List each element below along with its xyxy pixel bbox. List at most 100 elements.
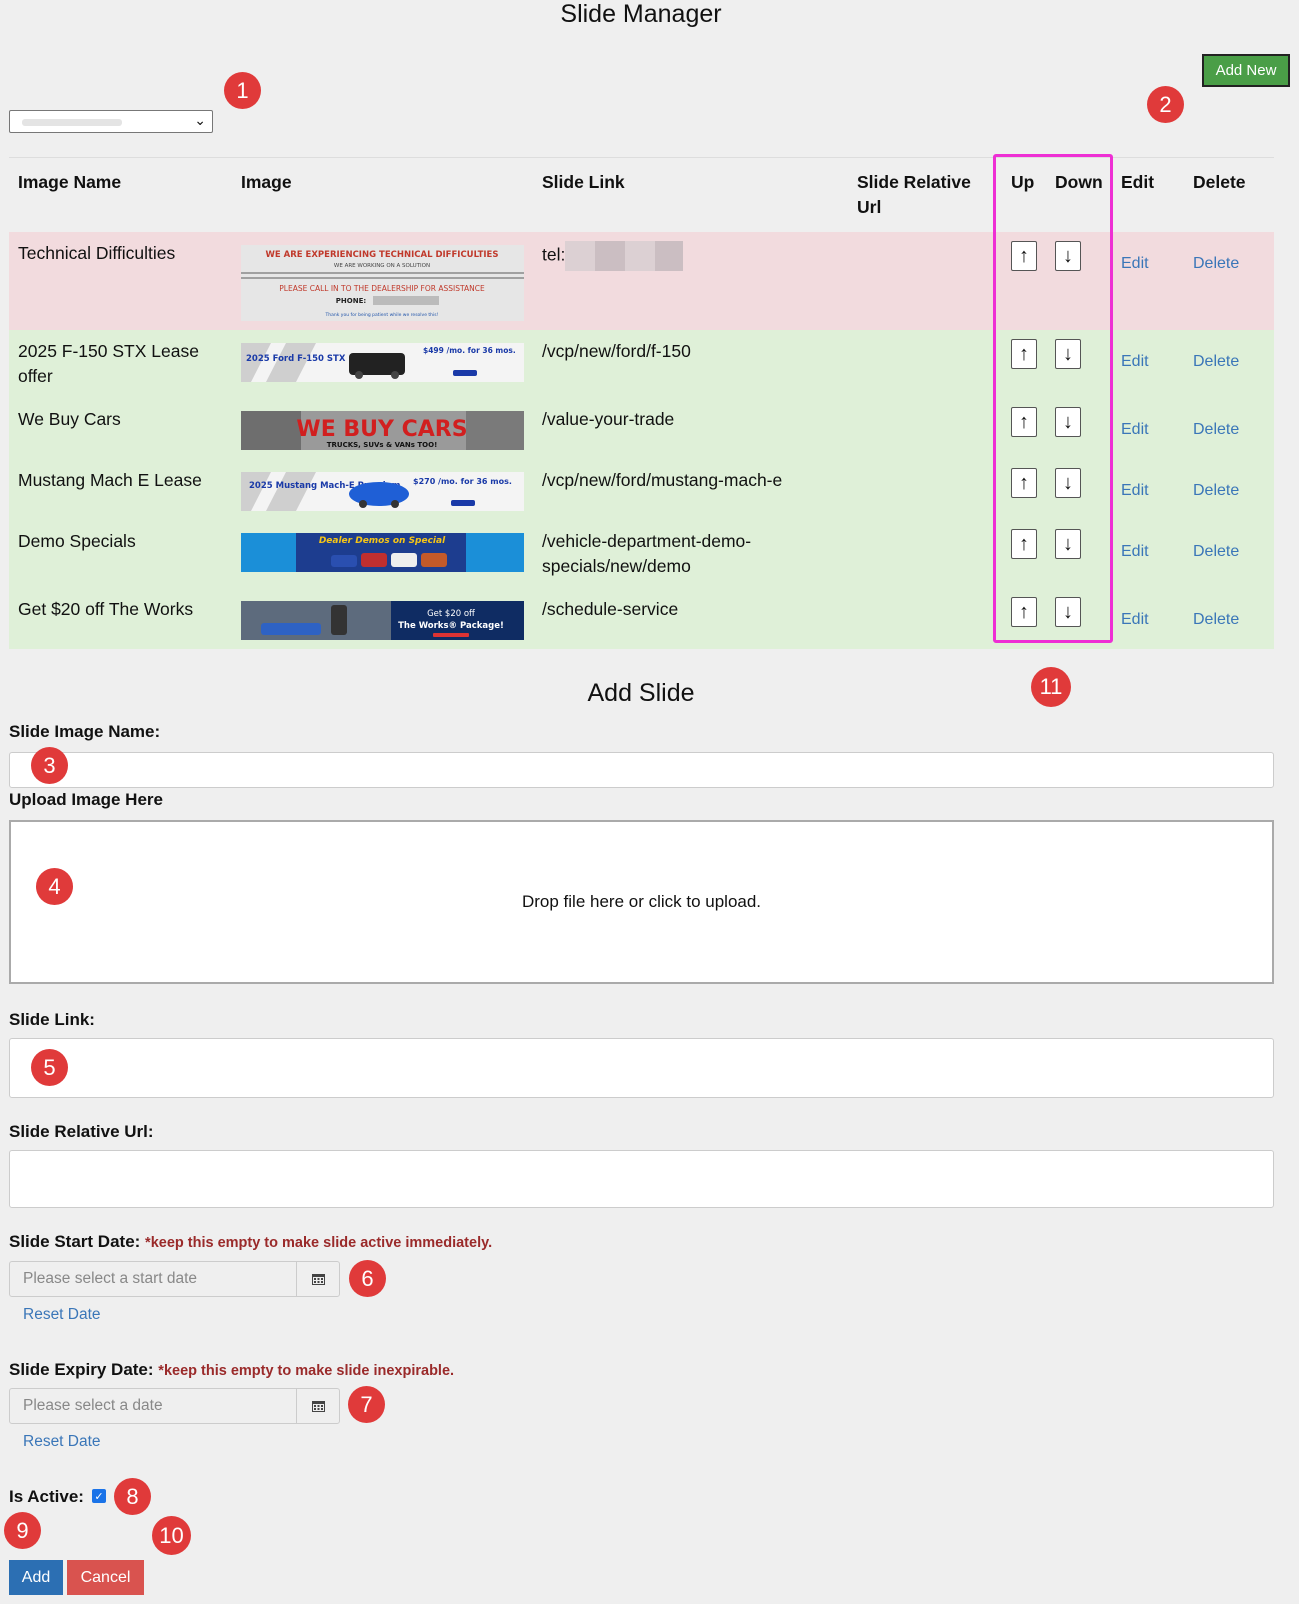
edit-link[interactable]: Edit bbox=[1121, 468, 1149, 503]
svg-text:PLEASE CALL IN TO THE DEALERSH: PLEASE CALL IN TO THE DEALERSHIP FOR ASS… bbox=[279, 284, 485, 293]
svg-text:Thank you for being patient wh: Thank you for being patient while we res… bbox=[325, 312, 439, 318]
dropzone-text: Drop file here or click to upload. bbox=[521, 892, 762, 911]
dealer-select[interactable]: ⌄ bbox=[9, 110, 213, 133]
col-edit: Edit bbox=[1112, 157, 1184, 232]
relative-url bbox=[848, 398, 1002, 459]
svg-text:2025 Ford F-150 STX: 2025 Ford F-150 STX bbox=[246, 354, 346, 364]
col-image-name: Image Name bbox=[9, 157, 232, 232]
relative-url bbox=[848, 330, 1002, 398]
chevron-down-icon: ⌄ bbox=[194, 112, 206, 128]
upload-label: Upload Image Here bbox=[9, 790, 163, 809]
image-name: Get $20 off The Works bbox=[9, 588, 232, 649]
calendar-icon bbox=[311, 1401, 325, 1412]
edit-link[interactable]: Edit bbox=[1121, 597, 1149, 632]
svg-text:WE BUY CARS: WE BUY CARS bbox=[296, 417, 467, 442]
svg-text:Dealer Demos on Special: Dealer Demos on Special bbox=[319, 536, 446, 546]
up-down-highlight bbox=[993, 154, 1113, 643]
edit-link[interactable]: Edit bbox=[1121, 529, 1149, 564]
page-title: Slide Manager bbox=[560, 0, 722, 28]
relative-url-textarea[interactable] bbox=[9, 1150, 1274, 1208]
svg-text:TRUCKS, SUVs & VANs TOO!: TRUCKS, SUVs & VANs TOO! bbox=[327, 441, 438, 449]
is-active-label: Is Active: bbox=[9, 1487, 84, 1506]
col-image: Image bbox=[232, 157, 533, 232]
col-delete: Delete bbox=[1184, 157, 1274, 232]
edit-link[interactable]: Edit bbox=[1121, 339, 1149, 374]
start-date-note: *keep this empty to make slide active im… bbox=[145, 1235, 493, 1251]
start-date-input[interactable]: Please select a start date bbox=[9, 1261, 297, 1297]
the-works-thumbnail: Get $20 off The Works® Package! bbox=[241, 601, 524, 640]
callout-3: 3 bbox=[31, 747, 68, 784]
svg-text:Get $20 off: Get $20 off bbox=[427, 609, 476, 619]
svg-text:The Works® Package!: The Works® Package! bbox=[398, 621, 504, 631]
edit-link[interactable]: Edit bbox=[1121, 407, 1149, 442]
add-button[interactable]: Add bbox=[9, 1560, 63, 1595]
expiry-date-calendar-button[interactable] bbox=[296, 1388, 340, 1424]
start-date-label-row: Slide Start Date: *keep this empty to ma… bbox=[9, 1232, 492, 1252]
image-name-input[interactable] bbox=[9, 752, 1274, 788]
svg-text:$270 /mo. for 36 mos.: $270 /mo. for 36 mos. bbox=[413, 477, 512, 486]
add-new-button[interactable]: Add New bbox=[1202, 54, 1290, 87]
delete-link[interactable]: Delete bbox=[1193, 597, 1239, 632]
start-date-label: Slide Start Date: bbox=[9, 1232, 141, 1251]
callout-5: 5 bbox=[31, 1049, 68, 1086]
is-active-checkbox[interactable]: ✓ bbox=[92, 1489, 106, 1503]
relative-url bbox=[848, 588, 1002, 649]
slide-link: tel: bbox=[542, 244, 566, 265]
redacted-phone bbox=[565, 241, 684, 271]
callout-6: 6 bbox=[349, 1260, 386, 1297]
callout-8: 8 bbox=[114, 1478, 151, 1515]
callout-9: 9 bbox=[4, 1512, 41, 1549]
relative-url bbox=[848, 520, 1002, 588]
tech-difficulties-thumbnail: WE ARE EXPERIENCING TECHNICAL DIFFICULTI… bbox=[241, 245, 524, 321]
expiry-date-note: *keep this empty to make slide inexpirab… bbox=[158, 1363, 455, 1379]
delete-link[interactable]: Delete bbox=[1193, 339, 1239, 374]
slide-link: /vcp/new/ford/mustang-mach-e bbox=[533, 459, 848, 520]
image-name-label: Slide Image Name: bbox=[9, 722, 161, 741]
calendar-icon bbox=[311, 1274, 325, 1285]
col-relative-url: Slide Relative Url bbox=[848, 157, 1002, 232]
delete-link[interactable]: Delete bbox=[1193, 468, 1239, 503]
image-name: We Buy Cars bbox=[9, 398, 232, 459]
slide-link: /vcp/new/ford/f-150 bbox=[533, 330, 848, 398]
delete-link[interactable]: Delete bbox=[1193, 241, 1239, 276]
callout-1: 1 bbox=[224, 72, 261, 109]
image-name: Demo Specials bbox=[9, 520, 232, 588]
image-name: Mustang Mach E Lease bbox=[9, 459, 232, 520]
col-slide-link: Slide Link bbox=[533, 157, 848, 232]
svg-text:WE ARE WORKING ON A SOLUTION: WE ARE WORKING ON A SOLUTION bbox=[334, 263, 430, 269]
slide-link-textarea[interactable] bbox=[9, 1038, 1274, 1098]
relative-url bbox=[848, 232, 1002, 330]
image-name: 2025 F-150 STX Lease offer bbox=[9, 330, 232, 398]
reset-start-date-link[interactable]: Reset Date bbox=[23, 1306, 101, 1324]
reset-expiry-date-link[interactable]: Reset Date bbox=[23, 1433, 101, 1451]
delete-link[interactable]: Delete bbox=[1193, 529, 1239, 564]
expiry-date-input[interactable]: Please select a date bbox=[9, 1388, 297, 1424]
cancel-button[interactable]: Cancel bbox=[67, 1560, 144, 1595]
relative-url-label: Slide Relative Url: bbox=[9, 1122, 154, 1141]
callout-4: 4 bbox=[36, 868, 73, 905]
slide-link-label: Slide Link: bbox=[9, 1010, 95, 1029]
start-date-calendar-button[interactable] bbox=[296, 1261, 340, 1297]
we-buy-cars-thumbnail: WE BUY CARS TRUCKS, SUVs & VANs TOO! bbox=[241, 411, 524, 450]
f150-thumbnail: 2025 Ford F-150 STX $499 /mo. for 36 mos… bbox=[241, 343, 524, 382]
image-dropzone[interactable]: Drop file here or click to upload. bbox=[9, 820, 1274, 984]
mach-e-thumbnail: 2025 Mustang Mach-E Premium $270 /mo. fo… bbox=[241, 472, 524, 511]
relative-url bbox=[848, 459, 1002, 520]
svg-text:PHONE:: PHONE: bbox=[336, 297, 367, 305]
edit-link[interactable]: Edit bbox=[1121, 241, 1149, 276]
callout-7: 7 bbox=[348, 1386, 385, 1423]
delete-link[interactable]: Delete bbox=[1193, 407, 1239, 442]
image-name: Technical Difficulties bbox=[9, 232, 232, 330]
expiry-date-label: Slide Expiry Date: bbox=[9, 1360, 154, 1379]
slide-link: /schedule-service bbox=[533, 588, 848, 649]
add-slide-title: Add Slide bbox=[587, 679, 695, 707]
expiry-date-label-row: Slide Expiry Date: *keep this empty to m… bbox=[9, 1360, 454, 1380]
select-value-redacted bbox=[22, 119, 122, 126]
svg-text:$499 /mo. for 36 mos.: $499 /mo. for 36 mos. bbox=[423, 346, 516, 355]
slide-link: /vehicle-department-demo-specials/new/de… bbox=[533, 520, 848, 588]
callout-2: 2 bbox=[1147, 86, 1184, 123]
svg-text:WE ARE EXPERIENCING TECHNICAL: WE ARE EXPERIENCING TECHNICAL DIFFICULTI… bbox=[266, 250, 499, 260]
callout-10: 10 bbox=[152, 1516, 191, 1555]
slide-link: /value-your-trade bbox=[533, 398, 848, 459]
demo-specials-thumbnail: Dealer Demos on Special bbox=[241, 533, 524, 572]
